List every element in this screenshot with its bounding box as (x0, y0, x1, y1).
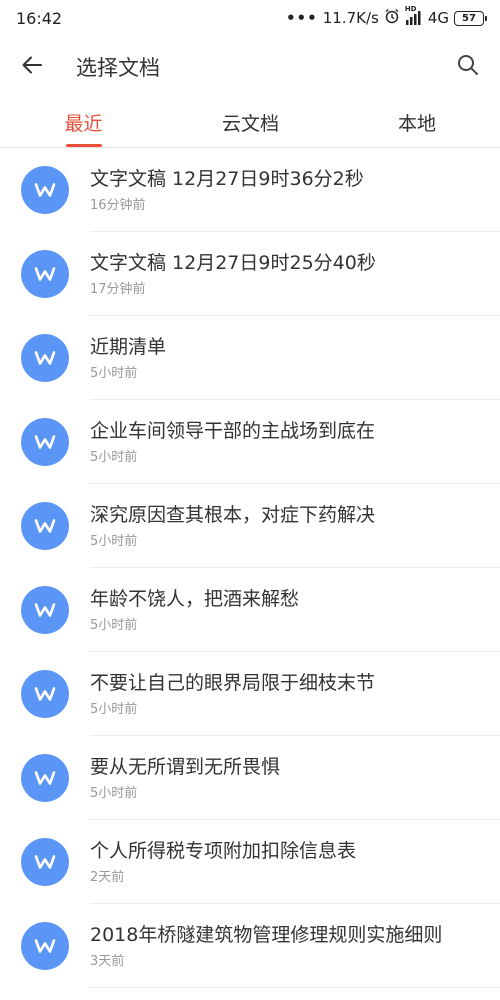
search-button[interactable] (436, 36, 500, 98)
tab-recent[interactable]: 最近 (0, 98, 167, 147)
document-list-item[interactable]: 近期清单 5小时前 (0, 316, 500, 400)
document-list-item[interactable]: 个人所得税专项附加扣除信息表 2天前 (0, 820, 500, 904)
document-text: 企业车间领导干部的主战场到底在 5小时前 (90, 418, 375, 466)
search-icon (456, 53, 480, 81)
hd-label: HD (404, 5, 417, 13)
document-list-item[interactable]: 文字文稿 12月27日9时36分2秒 16分钟前 (0, 148, 500, 232)
word-doc-icon (21, 586, 69, 634)
document-modified-time: 3天前 (90, 954, 125, 969)
document-text: 年龄不饶人，把酒来解愁 5小时前 (90, 586, 299, 634)
word-doc-icon (21, 838, 69, 886)
status-indicators: ••• 11.7K/s HD 4G 57 (285, 5, 487, 28)
document-title: 个人所得税专项附加扣除信息表 (90, 840, 357, 862)
document-list-item[interactable]: 要从无所谓到无所畏惧 5小时前 (0, 736, 500, 820)
document-title: 近期清单 (90, 336, 167, 358)
signal-icon: HD (405, 5, 423, 25)
document-title: 不要让自己的眼界局限于细枝末节 (90, 672, 376, 694)
document-text: 文字文稿 12月27日9时36分2秒 16分钟前 (90, 166, 364, 214)
document-modified-time: 2天前 (90, 870, 125, 885)
network-speed: 11.7K/s (322, 9, 379, 27)
document-list-item[interactable]: 深究原因查其根本，对症下药解决 5小时前 (0, 484, 500, 568)
status-bar: 16:42 ••• 11.7K/s HD 4G 57 (0, 0, 500, 36)
network-type: 4G (427, 9, 449, 27)
document-text: 深究原因查其根本，对症下药解决 5小时前 (90, 502, 375, 550)
document-list-item[interactable]: 文字文稿 12月27日9时25分40秒 17分钟前 (0, 232, 500, 316)
battery-icon: 57 (454, 10, 487, 26)
document-title: 文字文稿 12月27日9时25分40秒 (90, 252, 376, 274)
word-doc-icon (21, 754, 69, 802)
word-doc-icon (21, 166, 69, 214)
tab-label: 最近 (64, 113, 103, 135)
document-modified-time: 5小时前 (90, 534, 138, 549)
document-list-item[interactable]: 年龄不饶人，把酒来解愁 5小时前 (0, 568, 500, 652)
document-modified-time: 5小时前 (90, 450, 138, 465)
back-button[interactable] (0, 36, 64, 98)
document-list: 文字文稿 12月27日9时36分2秒 16分钟前文字文稿 12月27日9时25分4… (0, 148, 500, 988)
tab-label: 本地 (397, 113, 436, 135)
arrow-left-icon (20, 53, 44, 81)
document-modified-time: 5小时前 (90, 366, 138, 381)
document-title: 企业车间领导干部的主战场到底在 (90, 420, 376, 442)
word-doc-icon (21, 922, 69, 970)
document-modified-time: 5小时前 (90, 702, 138, 717)
document-text: 个人所得税专项附加扣除信息表 2天前 (90, 838, 356, 886)
document-list-item[interactable]: 企业车间领导干部的主战场到底在 5小时前 (0, 400, 500, 484)
document-title: 文字文稿 12月27日9时36分2秒 (90, 168, 364, 190)
word-doc-icon (21, 334, 69, 382)
active-tab-indicator (66, 144, 102, 147)
document-title: 深究原因查其根本，对症下药解决 (90, 504, 376, 526)
document-text: 要从无所谓到无所畏惧 5小时前 (90, 754, 280, 802)
document-modified-time: 17分钟前 (90, 282, 146, 297)
document-title: 要从无所谓到无所畏惧 (90, 756, 281, 778)
word-doc-icon (21, 502, 69, 550)
notification-dots: ••• (285, 9, 318, 27)
document-list-item[interactable]: 2018年桥隧建筑物管理修理规则实施细则 3天前 (0, 904, 500, 988)
document-text: 近期清单 5小时前 (90, 334, 166, 382)
document-title: 年龄不饶人，把酒来解愁 (90, 588, 300, 610)
document-text: 文字文稿 12月27日9时25分40秒 17分钟前 (90, 250, 376, 298)
word-doc-icon (21, 418, 69, 466)
tab-cloud-docs[interactable]: 云文档 (167, 98, 334, 147)
alarm-icon (384, 8, 400, 28)
status-time: 16:42 (16, 8, 63, 28)
tab-bar: 最近 云文档 本地 (0, 98, 500, 148)
tab-local[interactable]: 本地 (334, 98, 500, 147)
document-text: 不要让自己的眼界局限于细枝末节 5小时前 (90, 670, 375, 718)
document-modified-time: 5小时前 (90, 618, 138, 633)
page-title: 选择文档 (76, 56, 160, 80)
word-doc-icon (21, 670, 69, 718)
document-modified-time: 16分钟前 (90, 198, 146, 213)
document-list-item[interactable]: 不要让自己的眼界局限于细枝末节 5小时前 (0, 652, 500, 736)
tab-label: 云文档 (221, 113, 279, 135)
battery-level: 57 (462, 12, 476, 24)
document-text: 2018年桥隧建筑物管理修理规则实施细则 3天前 (90, 922, 442, 970)
document-title: 2018年桥隧建筑物管理修理规则实施细则 (90, 924, 443, 946)
document-modified-time: 5小时前 (90, 786, 138, 801)
word-doc-icon (21, 250, 69, 298)
title-bar: 选择文档 (0, 36, 500, 98)
